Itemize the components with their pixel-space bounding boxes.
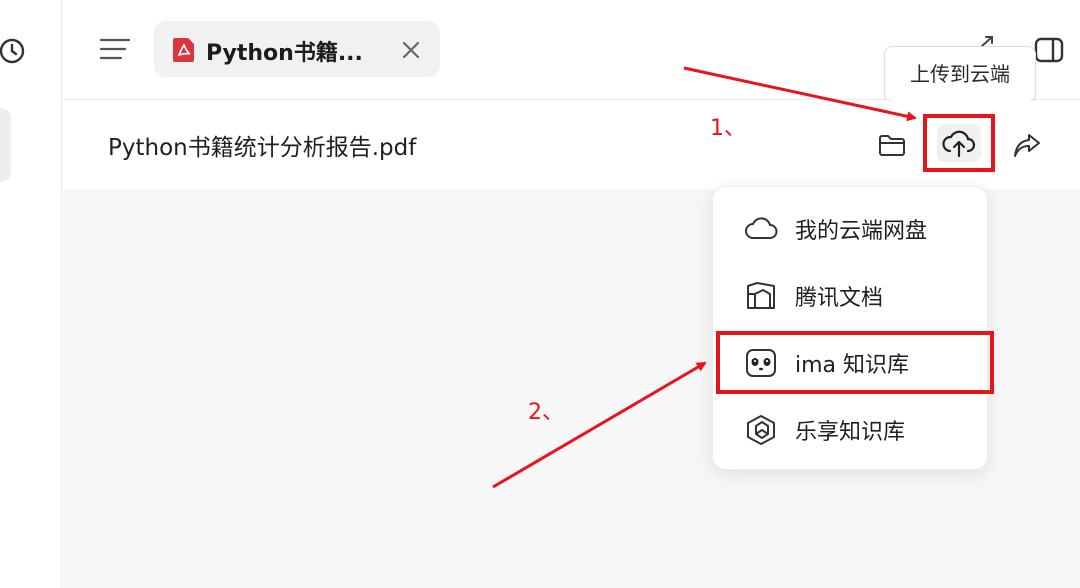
tab-title: Python书籍...	[206, 41, 363, 66]
annotation-step-2: 2、	[528, 400, 564, 425]
cloud-upload-icon	[942, 130, 976, 158]
menu-item-cloud-drive[interactable]: 我的云端网盘	[713, 199, 989, 259]
highlight-box-ima	[716, 331, 994, 394]
hexagon-logo-icon	[747, 415, 775, 445]
upload-to-cloud-button[interactable]	[923, 114, 995, 172]
upload-button-hover-bg	[937, 124, 981, 162]
share-icon[interactable]	[1010, 128, 1044, 162]
close-icon[interactable]	[398, 37, 424, 63]
history-icon[interactable]	[0, 34, 28, 66]
menu-item-tencent-docs[interactable]: 腾讯文档	[713, 266, 989, 326]
menu-item-label: 腾讯文档	[795, 286, 884, 311]
left-rail	[0, 0, 62, 588]
tab-document[interactable]: Python书籍...	[154, 21, 440, 77]
folder-icon[interactable]	[876, 130, 908, 160]
rail-selected-item[interactable]	[0, 108, 11, 182]
menu-item-lexiang-knowledge-base[interactable]: 乐享知识库	[713, 400, 989, 460]
upload-destination-menu: 我的云端网盘 腾讯文档 ima 知识库 乐享知识库	[712, 186, 988, 470]
document-title: Python书籍统计分析报告.pdf	[108, 135, 417, 161]
side-panel-icon[interactable]	[1033, 36, 1065, 64]
tencent-docs-icon	[747, 282, 775, 309]
pdf-file-icon	[173, 38, 194, 62]
cloud-icon	[745, 217, 778, 239]
menu-icon[interactable]	[98, 34, 132, 64]
annotation-step-1: 1、	[710, 116, 746, 141]
menu-item-label: 我的云端网盘	[795, 219, 928, 244]
menu-item-label: 乐享知识库	[795, 420, 906, 445]
upload-tooltip: 上传到云端	[884, 46, 1036, 102]
